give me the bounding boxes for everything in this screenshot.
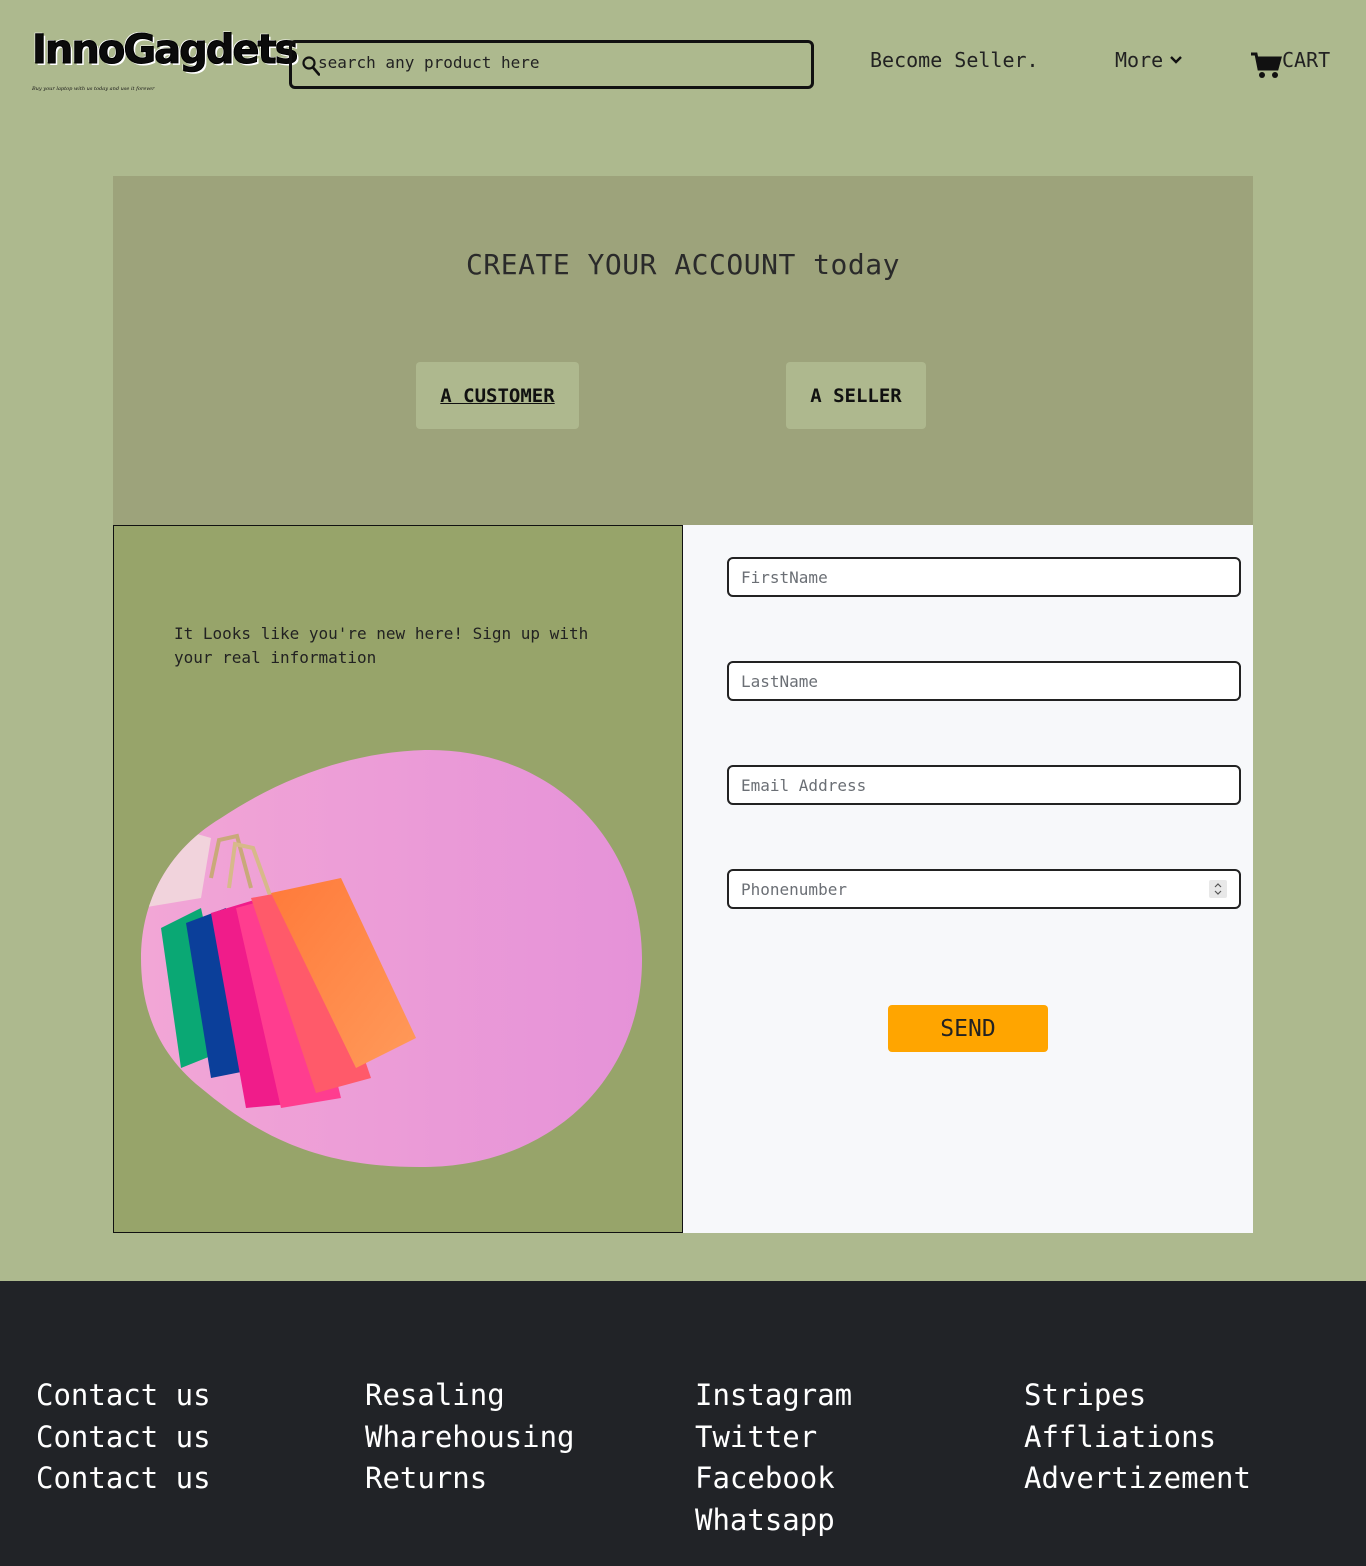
- footer-link[interactable]: Affliations: [1024, 1417, 1251, 1459]
- cart-link[interactable]: CART: [1250, 48, 1330, 80]
- footer-link[interactable]: Contact us: [36, 1375, 211, 1417]
- seller-button[interactable]: A SELLER: [786, 362, 926, 429]
- email-field: [727, 765, 1241, 805]
- footer-column-contact: Contact us Contact us Contact us: [36, 1375, 211, 1500]
- logo-text: InnoGagdets: [32, 27, 299, 73]
- footer-link[interactable]: Returns: [365, 1458, 575, 1500]
- logo-tagline: Buy your laptop with us today and use it…: [32, 86, 155, 92]
- footer: Contact us Contact us Contact us Resalin…: [0, 1281, 1366, 1566]
- footer-link[interactable]: Facebook: [695, 1458, 852, 1500]
- footer-link[interactable]: Stripes: [1024, 1375, 1251, 1417]
- page-title: CREATE YOUR ACCOUNT today: [466, 248, 900, 281]
- more-menu[interactable]: More: [1115, 48, 1183, 72]
- number-spinner-icon[interactable]: [1209, 880, 1227, 898]
- email-input[interactable]: [729, 767, 1239, 803]
- intro-text: It Looks like you're new here! Sign up w…: [174, 624, 589, 667]
- footer-link[interactable]: Twitter: [695, 1417, 852, 1459]
- footer-link[interactable]: Contact us: [36, 1417, 211, 1459]
- first-name-field: [727, 557, 1241, 597]
- send-button[interactable]: SEND: [888, 1005, 1048, 1052]
- cart-icon: [1251, 52, 1282, 78]
- more-label: More: [1115, 48, 1164, 72]
- customer-button[interactable]: A CUSTOMER: [416, 362, 579, 429]
- footer-column-partners: Stripes Affliations Advertizement: [1024, 1375, 1251, 1500]
- footer-column-services: Resaling Wharehousing Returns: [365, 1375, 575, 1500]
- footer-link[interactable]: Whatsapp: [695, 1500, 852, 1542]
- footer-link[interactable]: Advertizement: [1024, 1458, 1251, 1500]
- last-name-field: [727, 661, 1241, 701]
- search-input[interactable]: [318, 51, 798, 73]
- first-name-input[interactable]: [729, 559, 1239, 595]
- footer-link[interactable]: Wharehousing: [365, 1417, 575, 1459]
- signup-form: SEND: [683, 525, 1253, 1233]
- logo[interactable]: InnoGagdets Buy your laptop with us toda…: [32, 27, 299, 94]
- phone-input[interactable]: [729, 871, 1239, 907]
- footer-link[interactable]: Instagram: [695, 1375, 852, 1417]
- last-name-input[interactable]: [729, 663, 1239, 699]
- become-seller-link[interactable]: Become Seller.: [870, 48, 1039, 72]
- footer-link[interactable]: Resaling: [365, 1375, 575, 1417]
- search-bar: [289, 40, 814, 89]
- cart-label: CART: [1282, 48, 1331, 72]
- footer-link[interactable]: Contact us: [36, 1458, 211, 1500]
- footer-column-social: Instagram Twitter Facebook Whatsapp: [695, 1375, 852, 1541]
- account-type-section: CREATE YOUR ACCOUNT today A CUSTOMER A S…: [113, 176, 1253, 525]
- signup-intro-panel: It Looks like you're new here! Sign up w…: [113, 525, 683, 1233]
- shopping-bags-image: [141, 749, 643, 1168]
- phone-field: [727, 869, 1241, 909]
- chevron-down-icon: [1170, 56, 1183, 64]
